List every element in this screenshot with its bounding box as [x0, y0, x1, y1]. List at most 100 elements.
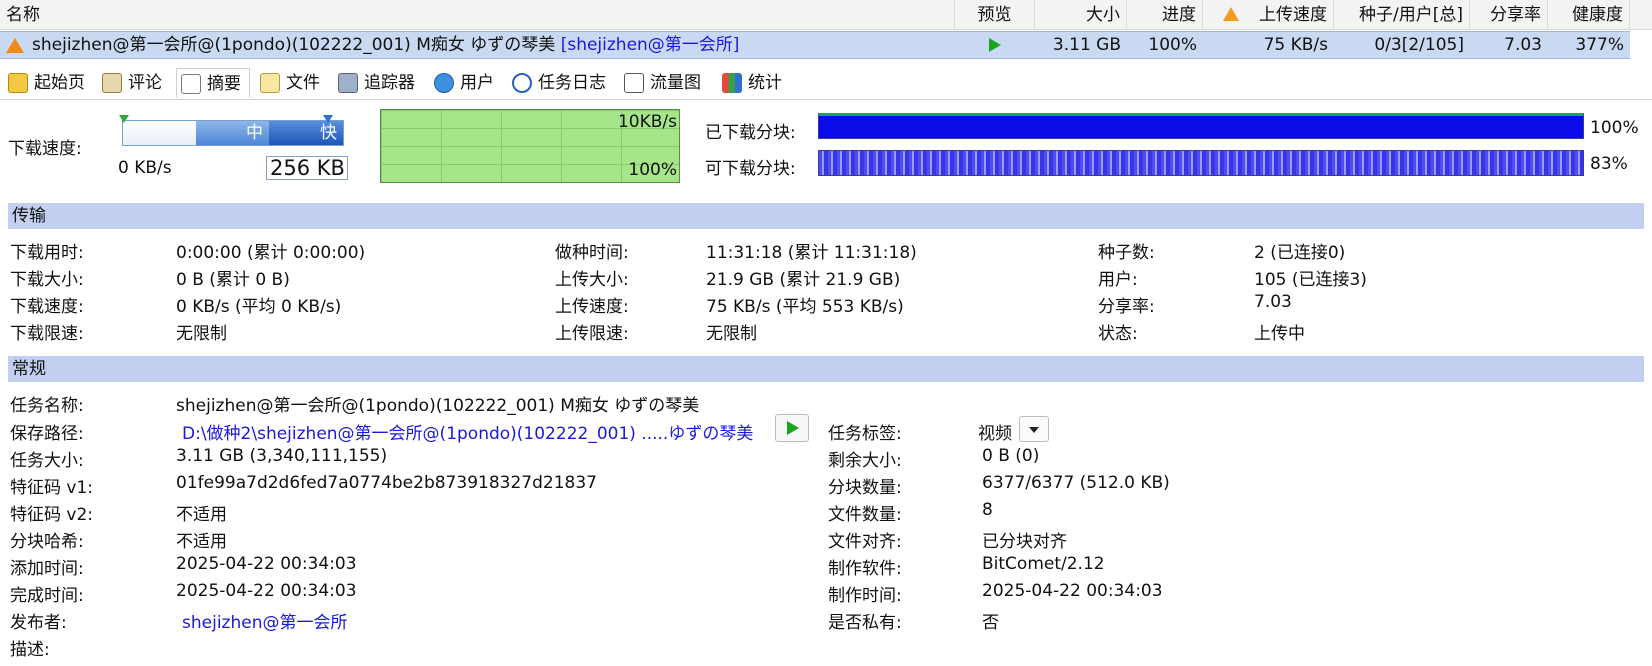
- publisher-link[interactable]: shejizhen@第一会所: [182, 608, 347, 633]
- general-section-header: 常规: [8, 356, 1644, 382]
- server-icon: [338, 73, 358, 93]
- general-value: 2025-04-22 00:34:03: [176, 554, 357, 574]
- downloaded-pieces-pct: 100%: [1590, 118, 1639, 138]
- preview-cell[interactable]: [955, 32, 1035, 58]
- task-row[interactable]: shejizhen@第一会所@(1pondo)(102222_001) M痴女 …: [0, 31, 1630, 59]
- slider-mid-segment: 中: [196, 121, 269, 145]
- tab-files[interactable]: 文件: [256, 68, 328, 98]
- transfer-value: 21.9 GB (累计 21.9 GB): [706, 270, 901, 290]
- general-label: 制作时间:: [828, 586, 902, 606]
- task-tag-dropdown[interactable]: [1019, 416, 1049, 442]
- general-label: 添加时间:: [10, 559, 84, 579]
- general-value: 2025-04-22 00:34:03: [982, 581, 1163, 601]
- col-health[interactable]: 健康度: [1548, 0, 1630, 30]
- speed-limit-value[interactable]: 256 KB: [266, 156, 348, 180]
- tab-trackers-label: 追踪器: [364, 73, 415, 93]
- col-size[interactable]: 大小: [1035, 0, 1127, 30]
- private-label: 是否私有:: [828, 613, 902, 633]
- play-icon[interactable]: [989, 38, 1001, 52]
- col-upload-speed[interactable]: 上传速度: [1203, 0, 1334, 30]
- comment-icon: [102, 73, 122, 93]
- col-ratio[interactable]: 分享率: [1470, 0, 1548, 30]
- slider-max-thumb[interactable]: [323, 115, 333, 123]
- tab-statistics-label: 统计: [748, 73, 782, 93]
- tab-trackers[interactable]: 追踪器: [334, 68, 423, 98]
- general-label: 剩余大小:: [828, 451, 902, 471]
- transfer-value: 105 (已连接3): [1254, 270, 1367, 290]
- transfer-value: 11:31:18 (累计 11:31:18): [706, 243, 917, 263]
- save-path-link[interactable]: D:\做种2\shejizhen@第一会所@(1pondo)(102222_00…: [182, 419, 753, 444]
- col-progress[interactable]: 进度: [1127, 0, 1203, 30]
- general-label: 分块哈希:: [10, 532, 84, 552]
- open-folder-button[interactable]: [775, 414, 809, 442]
- general-value: BitComet/2.12: [982, 554, 1105, 574]
- col-preview[interactable]: 预览: [955, 0, 1035, 30]
- tab-start-page[interactable]: 起始页: [4, 68, 93, 98]
- caret-down-icon: [1029, 427, 1039, 433]
- col-name[interactable]: 名称: [0, 0, 955, 30]
- transfer-label: 状态:: [1098, 324, 1138, 344]
- general-value: 01fe99a7d2d6fed7a0774be2b873918327d21837: [176, 473, 597, 493]
- checklist-icon: [181, 74, 201, 94]
- description-label: 描述:: [10, 640, 50, 660]
- health-cell: 377%: [1575, 35, 1624, 55]
- transfer-section-header: 传输: [8, 203, 1644, 229]
- task-tag-value: 视频: [978, 424, 1012, 444]
- general-label: 制作软件:: [828, 559, 902, 579]
- task-name-cell: shejizhen@第一会所@(1pondo)(102222_001) M痴女 …: [26, 32, 956, 58]
- transfer-value: 上传中: [1254, 324, 1305, 344]
- transfer-value: 无限制: [176, 324, 227, 344]
- available-pieces-pct: 83%: [1590, 154, 1628, 174]
- transfer-label: 下载速度:: [10, 297, 84, 317]
- line-chart-icon: [624, 73, 644, 93]
- tab-traffic-graph-label: 流量图: [650, 73, 701, 93]
- speed-mini-graph: 10KB/s 100%: [380, 109, 680, 183]
- slider-min-thumb[interactable]: [119, 115, 129, 123]
- tab-summary[interactable]: 摘要: [176, 68, 250, 98]
- info-icon: [512, 73, 532, 93]
- tab-summary-label: 摘要: [207, 74, 241, 94]
- tab-traffic-graph[interactable]: 流量图: [620, 68, 709, 98]
- progress-cell: 100%: [1148, 35, 1197, 55]
- graph-max-label: 10KB/s: [617, 112, 677, 132]
- general-label: 特征码 v2:: [10, 505, 94, 525]
- publisher-label: 发布者:: [10, 613, 67, 633]
- transfer-label: 上传大小:: [555, 270, 629, 290]
- tab-comments-label: 评论: [128, 73, 162, 93]
- tab-task-log-label: 任务日志: [538, 73, 606, 93]
- upload-speed-cell: 75 KB/s: [1263, 35, 1328, 55]
- general-value: 6377/6377 (512.0 KB): [982, 473, 1170, 493]
- file-icon: [260, 73, 280, 93]
- task-tag-label: 任务标签:: [828, 424, 902, 444]
- save-path-label: 保存路径:: [10, 424, 84, 444]
- peers-cell: 0/3[2/105]: [1374, 35, 1464, 55]
- transfer-label: 下载用时:: [10, 243, 84, 263]
- list-header: 名称 预览 大小 进度 上传速度 种子/用户[总] 分享率 健康度: [0, 0, 1652, 30]
- transfer-label: 下载限速:: [10, 324, 84, 344]
- task-name-label: 任务名称:: [10, 396, 84, 416]
- general-label: 文件对齐:: [828, 532, 902, 552]
- transfer-label: 用户:: [1098, 270, 1138, 290]
- col-peers[interactable]: 种子/用户[总]: [1334, 0, 1470, 30]
- size-cell: 3.11 GB: [1052, 35, 1121, 55]
- speed-limit-slider[interactable]: 中 快: [119, 115, 344, 146]
- tab-peers[interactable]: 用户: [430, 68, 502, 98]
- general-label: 任务大小:: [10, 451, 84, 471]
- tab-task-log[interactable]: 任务日志: [508, 68, 614, 98]
- transfer-value: 无限制: [706, 324, 757, 344]
- detail-tabbar: 起始页 评论 摘要 文件 追踪器 用户 任务日志 流量图 统计: [0, 66, 1652, 100]
- transfer-label: 上传速度:: [555, 297, 629, 317]
- tab-comments[interactable]: 评论: [98, 68, 170, 98]
- transfer-value: 0 KB/s (平均 0 KB/s): [176, 297, 342, 317]
- transfer-value: 75 KB/s (平均 553 KB/s): [706, 297, 904, 317]
- play-icon: [787, 421, 799, 435]
- home-page-icon: [8, 73, 28, 93]
- general-value: 0 B (0): [982, 446, 1040, 466]
- current-download-speed: 0 KB/s: [118, 158, 172, 178]
- tab-start-page-label: 起始页: [34, 73, 85, 93]
- general-label: 文件数量:: [828, 505, 902, 525]
- col-upload-speed-label: 上传速度: [1259, 5, 1327, 25]
- tab-statistics[interactable]: 统计: [718, 68, 790, 98]
- slider-fast-segment: 快: [269, 121, 343, 145]
- available-pieces-bar: [818, 150, 1584, 176]
